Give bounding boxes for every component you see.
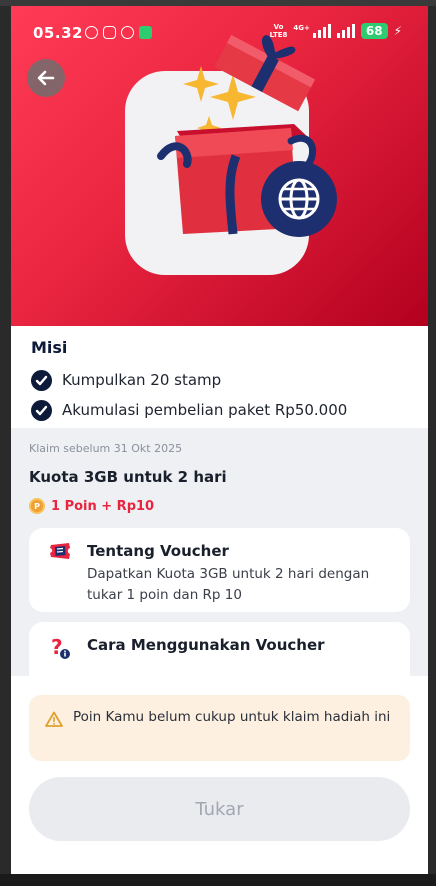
mission-item: Kumpulkan 20 stamp <box>31 365 410 395</box>
check-circle-icon <box>31 369 52 391</box>
about-voucher-card: Tentang Voucher Dapatkan Kuota 3GB untuk… <box>29 528 410 612</box>
reward-price: P 1 Poin + Rp10 <box>29 498 154 514</box>
reward-details: Klaim sebelum 31 Okt 2025 Kuota 3GB untu… <box>11 428 428 688</box>
reward-price-label: 1 Poin + Rp10 <box>51 498 155 514</box>
hero-banner: 05.32 Vo LTE8 4G+ 68 ⚡ <box>11 6 428 326</box>
warning-banner: Poin Kamu belum cukup untuk klaim hadiah… <box>29 695 410 761</box>
bottom-action-panel: Poin Kamu belum cukup untuk klaim hadiah… <box>11 676 428 874</box>
warning-icon <box>45 711 63 734</box>
mission-item: Akumulasi pembelian paket Rp50.000 <box>31 395 410 425</box>
check-circle-icon <box>31 399 52 421</box>
question-info-icon: ? <box>49 635 71 664</box>
redeem-button[interactable]: Tukar <box>29 777 410 841</box>
ticket-icon <box>49 542 71 564</box>
about-voucher-description: Dapatkan Kuota 3GB untuk 2 hari dengan t… <box>87 566 370 603</box>
warning-text: Poin Kamu belum cukup untuk klaim hadiah… <box>73 709 391 725</box>
mission-section: Misi Kumpulkan 20 stamp Akumulasi pembel… <box>11 326 428 428</box>
how-to-use-title: Cara Menggunakan Voucher <box>87 636 325 654</box>
about-voucher-title: Tentang Voucher <box>87 542 229 560</box>
mission-title: Misi <box>31 338 68 357</box>
phone-screen: 05.32 Vo LTE8 4G+ 68 ⚡ Misi Kumpulkan 20… <box>11 6 428 874</box>
window-frame-bottom <box>0 874 436 886</box>
gift-box-illustration <box>157 34 337 237</box>
coin-icon: P <box>29 498 45 514</box>
content-area: Misi Kumpulkan 20 stamp Akumulasi pembel… <box>11 326 428 688</box>
mission-item-label: Kumpulkan 20 stamp <box>62 371 222 389</box>
mission-item-label: Akumulasi pembelian paket Rp50.000 <box>62 401 348 419</box>
reward-title: Kuota 3GB untuk 2 hari <box>29 468 227 486</box>
claim-deadline: Klaim sebelum 31 Okt 2025 <box>29 442 183 455</box>
